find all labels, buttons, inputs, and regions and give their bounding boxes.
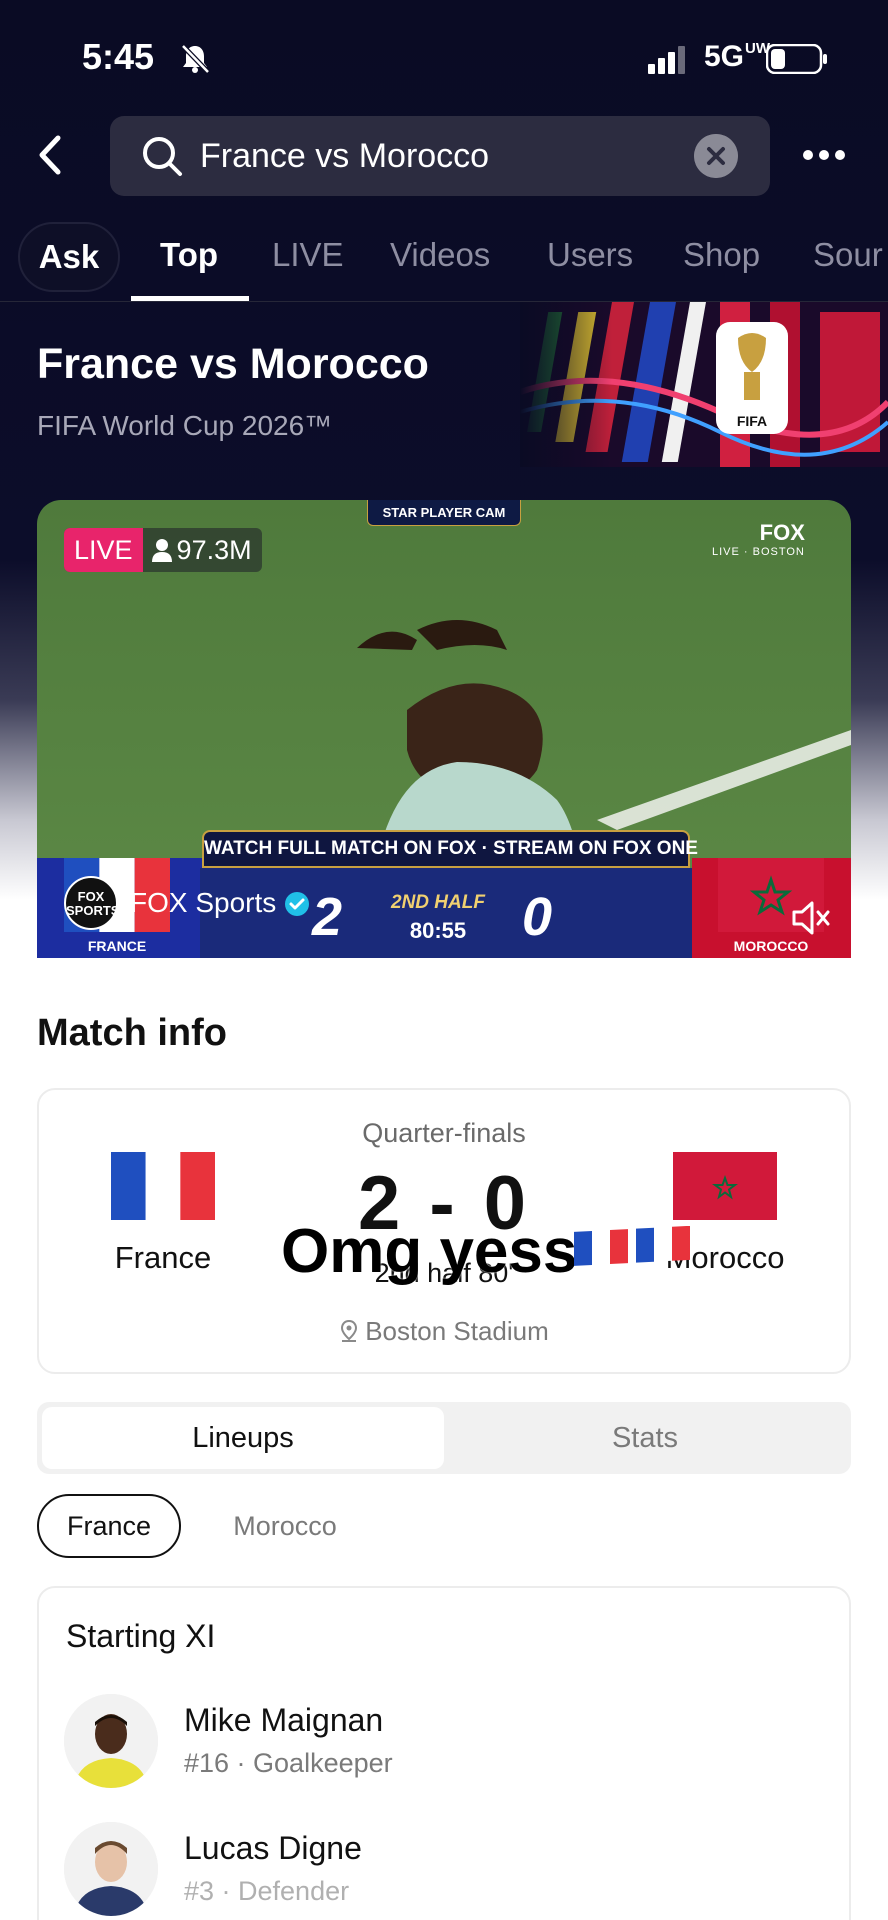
starting-xi-title: Starting XI <box>66 1618 216 1654</box>
tab-videos[interactable]: Videos <box>390 236 490 274</box>
watch-full-match-banner: WATCH FULL MATCH ON FOX · STREAM ON FOX … <box>202 830 698 868</box>
team-chip-france[interactable]: France <box>37 1494 181 1558</box>
player-meta: #16 · Goalkeeper <box>184 1748 393 1778</box>
event-subtitle: FIFA World Cup 2026™ <box>37 410 333 441</box>
scoreboard-away-score: 0 <box>522 887 553 947</box>
search-icon <box>143 137 182 176</box>
scoreboard-home-team: FRANCE <box>87 938 147 954</box>
comment-overlay: Omg yess <box>281 1217 578 1286</box>
player-meta: #3 · Defender <box>184 1876 350 1906</box>
player-photo <box>64 1822 158 1916</box>
tab-ask[interactable]: Ask <box>18 222 120 292</box>
star-player-cam-label: STAR PLAYER CAM <box>367 500 521 526</box>
player-avatar[interactable] <box>64 1822 158 1916</box>
clear-search-icon[interactable] <box>694 134 738 178</box>
tab-lineups[interactable]: Lineups <box>42 1407 444 1469</box>
tab-top[interactable]: Top <box>160 236 218 274</box>
viewer-count: 97.3M <box>143 535 262 566</box>
scoreboard-period: 2ND HALF <box>391 892 485 913</box>
event-title: France vs Morocco <box>37 340 429 388</box>
live-badge: LIVE 97.3M <box>64 528 262 572</box>
location-pin-icon <box>341 1319 358 1342</box>
round-label: Quarter-finals <box>362 1118 526 1148</box>
scoreboard-home-score: 2 <box>312 887 343 947</box>
mute-speaker-icon[interactable] <box>790 900 832 936</box>
network-label: 5GUW <box>704 40 771 73</box>
signal-icon <box>648 46 685 74</box>
verified-badge-icon <box>285 892 309 916</box>
team-chip-morocco[interactable]: Morocco <box>208 1494 362 1558</box>
tab-live[interactable]: LIVE <box>272 236 344 274</box>
back-icon[interactable] <box>30 130 70 180</box>
search-query[interactable]: France vs Morocco <box>200 137 489 176</box>
live-label: LIVE <box>64 528 143 572</box>
tab-shop[interactable]: Shop <box>683 236 760 274</box>
france-flag-emoji-icon <box>574 1226 690 1266</box>
fox-corner-logo: FOX LIVE · BOSTON <box>712 520 805 558</box>
player-photo <box>64 1694 158 1788</box>
svg-text:FIFA: FIFA <box>737 413 767 429</box>
scoreboard-clock: 80:55 <box>409 918 467 943</box>
status-time: 5:45 <box>82 36 155 77</box>
bell-muted-icon <box>181 44 210 74</box>
match-info-title: Match info <box>37 1012 227 1054</box>
player-name[interactable]: Lucas Digne <box>184 1830 362 1867</box>
venue: Boston Stadium <box>37 1316 851 1347</box>
channel-name[interactable]: FOX Sports <box>130 887 276 919</box>
tab-stats[interactable]: Stats <box>444 1407 846 1469</box>
player-name[interactable]: Mike Maignan <box>184 1702 383 1739</box>
player-avatar[interactable] <box>64 1694 158 1788</box>
person-icon <box>151 539 172 562</box>
channel-avatar[interactable]: FOX SPORTS <box>64 876 119 930</box>
battery-icon <box>766 44 827 74</box>
world-cup-banner: FIFA <box>520 302 888 467</box>
tab-sounds[interactable]: Sour <box>813 236 883 274</box>
tab-users[interactable]: Users <box>547 236 633 274</box>
more-options-icon[interactable] <box>800 144 848 166</box>
scoreboard-away-team: MOROCCO <box>733 938 809 954</box>
